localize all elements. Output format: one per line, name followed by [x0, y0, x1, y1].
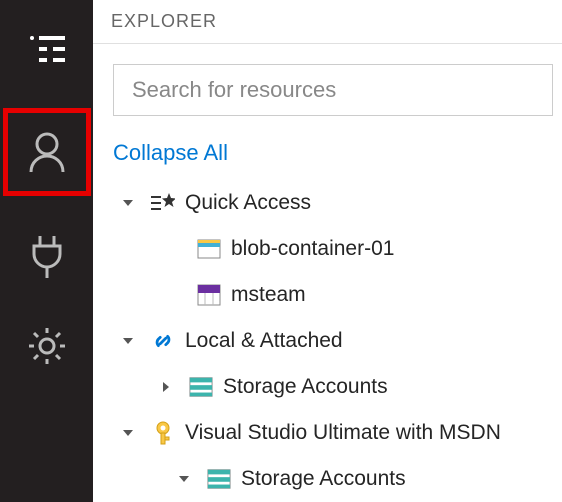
tree-label: Storage Accounts — [241, 467, 406, 491]
link-icon — [151, 329, 175, 353]
tree-item-blob-container[interactable]: blob-container-01 — [115, 226, 562, 272]
tree-label: Visual Studio Ultimate with MSDN — [185, 421, 501, 445]
explorer-sidebar-button[interactable] — [17, 18, 77, 78]
panel-title: EXPLORER — [111, 11, 217, 32]
tree-label: Local & Attached — [185, 329, 343, 353]
tree-item-storage-accounts[interactable]: Storage Accounts — [115, 364, 562, 410]
search-input[interactable] — [113, 64, 553, 116]
explorer-panel: EXPLORER Collapse All Quick Access blob-… — [93, 0, 562, 502]
collapse-all-link[interactable]: Collapse All — [93, 116, 562, 180]
caret-down-icon — [177, 472, 191, 486]
tree-label: msteam — [231, 283, 306, 307]
container-icon — [197, 237, 221, 261]
caret-down-icon — [121, 334, 135, 348]
tree-item-msteam[interactable]: msteam — [115, 272, 562, 318]
settings-sidebar-button[interactable] — [17, 316, 77, 376]
tree-node-quick-access[interactable]: Quick Access — [115, 180, 562, 226]
connect-sidebar-button[interactable] — [17, 226, 77, 286]
person-icon — [27, 130, 67, 174]
caret-down-icon — [121, 426, 135, 440]
tree-label: Storage Accounts — [223, 375, 388, 399]
tree-label: blob-container-01 — [231, 237, 394, 261]
table-icon — [197, 283, 221, 307]
storage-icon — [207, 467, 231, 491]
quick-access-icon — [151, 191, 175, 215]
tree-node-subscription[interactable]: Visual Studio Ultimate with MSDN — [115, 410, 562, 456]
search-container — [93, 44, 562, 116]
plug-icon — [28, 234, 66, 278]
tree-label: Quick Access — [185, 191, 311, 215]
tree-item-storage-accounts-sub[interactable]: Storage Accounts — [115, 456, 562, 502]
activity-sidebar — [0, 0, 93, 502]
account-highlight-frame — [3, 108, 91, 196]
key-icon — [151, 421, 175, 445]
list-tree-icon — [27, 33, 67, 63]
caret-down-icon — [121, 196, 135, 210]
storage-icon — [189, 375, 213, 399]
panel-header: EXPLORER — [93, 0, 562, 44]
gear-icon — [26, 325, 68, 367]
account-sidebar-button[interactable] — [17, 122, 77, 182]
resource-tree: Quick Access blob-container-01 msteam Lo… — [93, 180, 562, 502]
tree-node-local-attached[interactable]: Local & Attached — [115, 318, 562, 364]
caret-right-icon — [159, 380, 173, 394]
